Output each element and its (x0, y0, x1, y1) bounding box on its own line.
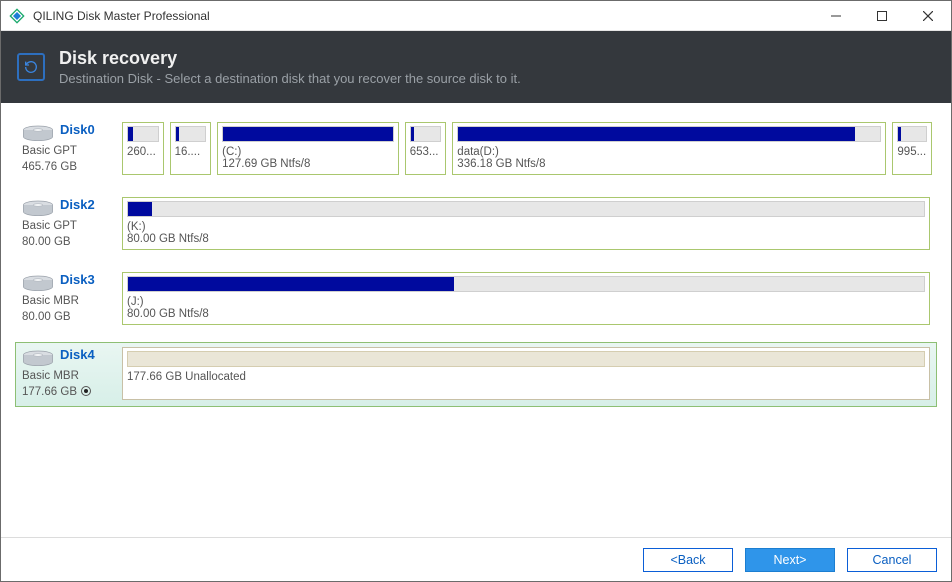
partition[interactable]: 177.66 GB Unallocated (122, 347, 930, 400)
page-header: Disk recovery Destination Disk - Select … (1, 31, 951, 103)
disk-row[interactable]: Disk3Basic MBR80.00 GB(J:)80.00 GB Ntfs/… (15, 267, 937, 332)
partition-usage-bar (127, 201, 925, 217)
next-button[interactable]: Next> (745, 548, 835, 572)
disk-type: Basic MBR (22, 294, 114, 310)
close-button[interactable] (905, 1, 951, 31)
partition-usage-bar (127, 276, 925, 292)
disk-icon (22, 349, 54, 369)
partition-size: 653... (410, 146, 442, 158)
disk-list: Disk0Basic GPT465.76 GB260...16....(C:)1… (1, 103, 951, 537)
partition[interactable]: (J:)80.00 GB Ntfs/8 (122, 272, 930, 325)
partition-usage-fill (128, 277, 454, 291)
back-button[interactable]: <Back (643, 548, 733, 572)
partition-size: 80.00 GB Ntfs/8 (127, 233, 925, 245)
partition-usage-fill (128, 202, 152, 216)
titlebar: QILING Disk Master Professional (1, 1, 951, 31)
partition-label: (K:) (127, 221, 925, 233)
window-controls (813, 1, 951, 31)
partition-usage-fill (458, 127, 855, 141)
minimize-button[interactable] (813, 1, 859, 31)
disk-info: Disk0Basic GPT465.76 GB (20, 122, 114, 175)
disk-row[interactable]: Disk2Basic GPT80.00 GB(K:)80.00 GB Ntfs/… (15, 192, 937, 257)
disk-icon (22, 199, 54, 219)
partition-usage-bar (127, 351, 925, 367)
cancel-button[interactable]: Cancel (847, 548, 937, 572)
disk-type: Basic GPT (22, 219, 114, 235)
footer: <Back Next> Cancel (1, 537, 951, 581)
disk-info: Disk3Basic MBR80.00 GB (20, 272, 114, 325)
window-title: QILING Disk Master Professional (33, 9, 210, 23)
disk-meta: Basic GPT465.76 GB (22, 144, 114, 175)
partition-usage-bar (897, 126, 927, 142)
disk-type: Basic MBR (22, 369, 114, 385)
maximize-button[interactable] (859, 1, 905, 31)
disk-size: 80.00 GB (22, 311, 71, 323)
disk-meta: Basic GPT80.00 GB (22, 219, 114, 250)
disk-meta: Basic MBR177.66 GB (22, 369, 114, 400)
partition-strip: 177.66 GB Unallocated (122, 347, 932, 400)
disk-row[interactable]: Disk4Basic MBR177.66 GB 177.66 GB Unalloc… (15, 342, 937, 407)
partition[interactable]: 260... (122, 122, 164, 175)
disk-size: 465.76 GB (22, 161, 77, 173)
partition[interactable]: 16.... (170, 122, 212, 175)
partition[interactable]: data(D:)336.18 GB Ntfs/8 (452, 122, 886, 175)
disk-size: 177.66 GB (22, 386, 77, 398)
partition-size: 16.... (175, 146, 207, 158)
disk-type: Basic GPT (22, 144, 114, 160)
partition-size: 80.00 GB Ntfs/8 (127, 308, 925, 320)
disk-meta: Basic MBR80.00 GB (22, 294, 114, 325)
disk-icon (22, 274, 54, 294)
partition-usage-fill (128, 127, 133, 141)
partition-usage-fill (223, 127, 393, 141)
partition[interactable]: (C:)127.69 GB Ntfs/8 (217, 122, 399, 175)
partition-size: 336.18 GB Ntfs/8 (457, 158, 881, 170)
partition-size: 177.66 GB Unallocated (127, 371, 925, 383)
partition-usage-fill (176, 127, 180, 141)
page-subtitle: Destination Disk - Select a destination … (59, 71, 521, 86)
partition-usage-fill (898, 127, 900, 141)
partition-size: 995... (897, 146, 927, 158)
disk-selected-radio[interactable] (81, 386, 91, 396)
disk-info: Disk4Basic MBR177.66 GB (20, 347, 114, 400)
header-text: Disk recovery Destination Disk - Select … (59, 48, 521, 86)
partition-usage-bar (127, 126, 159, 142)
partition-strip: (K:)80.00 GB Ntfs/8 (122, 197, 932, 250)
partition-usage-fill (411, 127, 414, 141)
partition-label: data(D:) (457, 146, 881, 158)
disk-size: 80.00 GB (22, 236, 71, 248)
page-title: Disk recovery (59, 48, 521, 69)
partition-size: 127.69 GB Ntfs/8 (222, 158, 394, 170)
partition-strip: (J:)80.00 GB Ntfs/8 (122, 272, 932, 325)
app-logo-icon (9, 8, 25, 24)
partition[interactable]: (K:)80.00 GB Ntfs/8 (122, 197, 930, 250)
partition-usage-bar (410, 126, 442, 142)
partition-label: (C:) (222, 146, 394, 158)
app-window: QILING Disk Master Professional Disk rec… (0, 0, 952, 582)
recovery-icon (17, 53, 45, 81)
disk-info: Disk2Basic GPT80.00 GB (20, 197, 114, 250)
partition[interactable]: 653... (405, 122, 447, 175)
partition-size: 260... (127, 146, 159, 158)
partition-usage-bar (222, 126, 394, 142)
partition-label: (J:) (127, 296, 925, 308)
partition[interactable]: 995... (892, 122, 932, 175)
partition-usage-bar (457, 126, 881, 142)
partition-usage-bar (175, 126, 207, 142)
disk-row[interactable]: Disk0Basic GPT465.76 GB 260... 16.... (C:)1… (15, 117, 937, 182)
partition-strip: 260... 16.... (C:)127.69 GB Ntfs/8 653... da… (122, 122, 932, 175)
disk-icon (22, 124, 54, 144)
